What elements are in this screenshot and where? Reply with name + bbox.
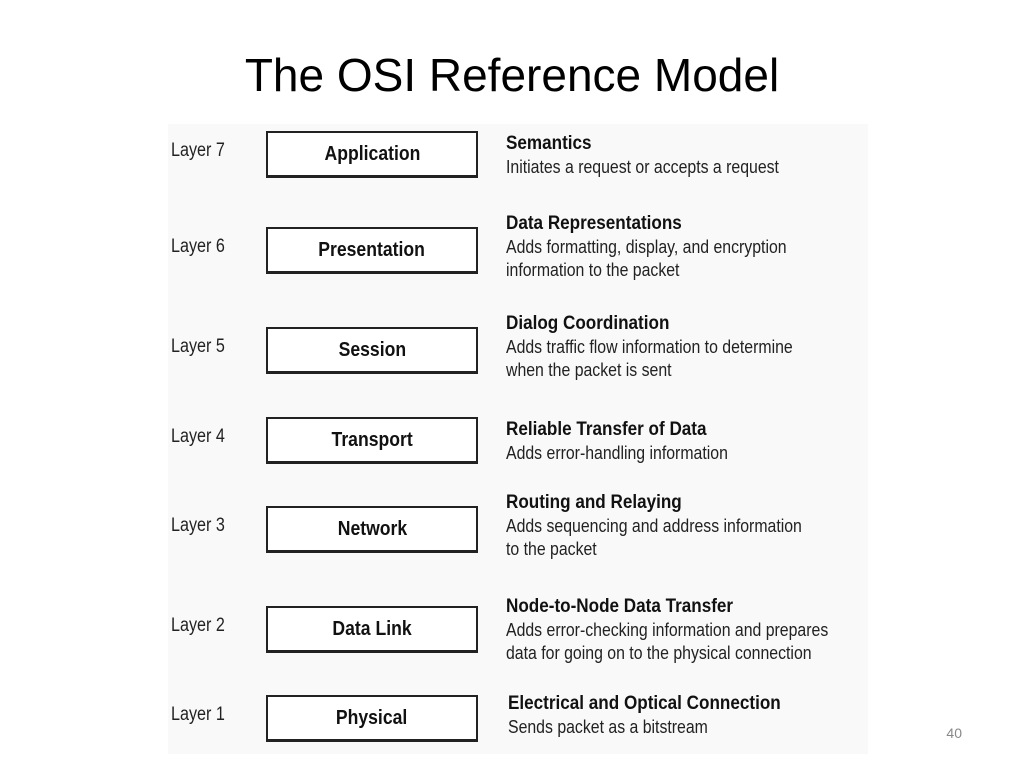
layer-description: Routing and Relaying Adds sequencing and… xyxy=(506,491,886,561)
layer-description: Dialog Coordination Adds traffic flow in… xyxy=(506,312,886,382)
layer-function: Routing and Relaying xyxy=(506,492,682,513)
osi-diagram: Layer 7 Application Semantics Initiates … xyxy=(168,124,868,754)
layer-description: Electrical and Optical Connection Sends … xyxy=(508,692,888,739)
layer-box-transport: Transport xyxy=(266,417,478,464)
layer-function-text: Sends packet as a bitstream xyxy=(508,717,708,737)
layer-label: Layer 1 xyxy=(171,704,225,725)
layer-box-physical: Physical xyxy=(266,695,478,742)
layer-function: Data Representations xyxy=(506,213,682,234)
layer-label: Layer 3 xyxy=(171,515,225,536)
layer-name: Session xyxy=(338,338,406,361)
layer-function-text: Adds sequencing and address information … xyxy=(506,516,802,559)
layer-function: Node-to-Node Data Transfer xyxy=(506,596,734,617)
layer-function: Semantics xyxy=(506,133,592,154)
layer-name: Physical xyxy=(336,706,408,729)
page-number: 40 xyxy=(946,725,962,741)
layer-name: Network xyxy=(337,517,407,540)
layer-function-text: Adds traffic flow information to determi… xyxy=(506,337,793,380)
layer-function-text: Adds error-checking information and prep… xyxy=(506,620,829,663)
layer-label: Layer 6 xyxy=(171,236,225,257)
layer-box-data-link: Data Link xyxy=(266,606,478,653)
layer-box-presentation: Presentation xyxy=(266,227,478,274)
layer-function: Electrical and Optical Connection xyxy=(508,693,781,714)
layer-label: Layer 7 xyxy=(171,140,225,161)
layer-label: Layer 2 xyxy=(171,615,225,636)
layer-function-text: Initiates a request or accepts a request xyxy=(506,157,779,177)
layer-name: Presentation xyxy=(318,238,426,261)
layer-function: Reliable Transfer of Data xyxy=(506,419,707,440)
layer-box-session: Session xyxy=(266,327,478,374)
layer-box-network: Network xyxy=(266,506,478,553)
layer-function-text: Adds error-handling information xyxy=(506,443,728,463)
layer-description: Semantics Initiates a request or accepts… xyxy=(506,132,886,179)
layer-box-application: Application xyxy=(266,131,478,178)
layer-description: Data Representations Adds formatting, di… xyxy=(506,212,886,282)
layer-function: Dialog Coordination xyxy=(506,313,670,334)
slide-title: The OSI Reference Model xyxy=(244,49,780,101)
layer-name: Transport xyxy=(331,428,413,451)
layer-description: Reliable Transfer of Data Adds error-han… xyxy=(506,418,886,465)
layer-function-text: Adds formatting, display, and encryption… xyxy=(506,237,787,280)
layer-label: Layer 4 xyxy=(171,426,225,447)
layer-description: Node-to-Node Data Transfer Adds error-ch… xyxy=(506,595,886,665)
layer-label: Layer 5 xyxy=(171,336,225,357)
layer-name: Application xyxy=(324,142,420,165)
layer-name: Data Link xyxy=(332,617,412,640)
